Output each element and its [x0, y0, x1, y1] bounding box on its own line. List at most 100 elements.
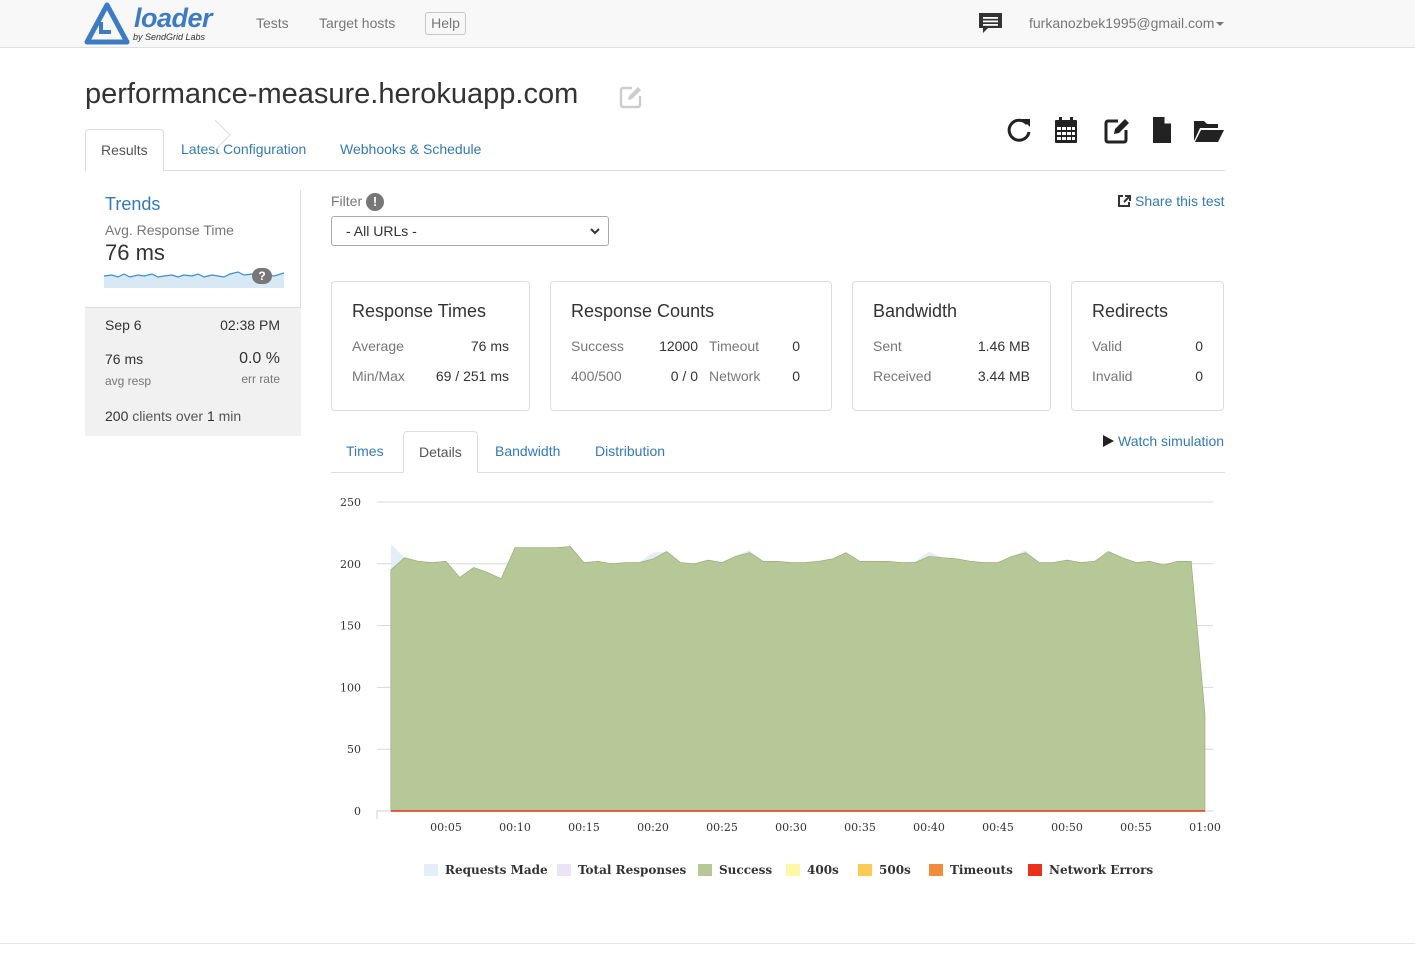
y-tick-label: 250	[340, 496, 361, 509]
tab-details[interactable]: Details	[403, 431, 478, 473]
received-value: 3.44 MB	[977, 368, 1030, 384]
network-label: Network	[709, 368, 761, 384]
network-value: 0	[792, 368, 800, 384]
user-email: furkanozbek1995@gmail.com	[1029, 15, 1215, 31]
nav-tests-link[interactable]: Tests	[256, 15, 289, 31]
x-tick-label: 00:20	[637, 821, 669, 834]
minmax-label: Min/Max	[352, 368, 405, 384]
y-tick-label: 200	[340, 558, 361, 571]
legend-swatch	[929, 864, 943, 876]
trends-sidebar: Trends Avg. Response Time 76 ms ? Sep 6 …	[85, 190, 301, 436]
timeout-value: 0	[792, 338, 800, 354]
nav-target-hosts-link[interactable]: Target hosts	[319, 15, 395, 31]
run-clients-summary: 200 clients over 1 min	[105, 408, 241, 424]
run-duration-unit: min	[218, 408, 242, 424]
x-tick-label: 01:00	[1189, 821, 1221, 834]
timeout-label: Timeout	[709, 338, 760, 354]
sent-value: 1.46 MB	[977, 338, 1030, 354]
legend-label: Network Errors	[1049, 863, 1154, 877]
success-value: 12000	[659, 338, 698, 354]
top-navbar: loader by SendGrid Labs Tests Target hos…	[0, 0, 1415, 48]
legend-swatch	[858, 864, 872, 876]
filter-label: Filter	[331, 193, 363, 209]
edit-title-icon[interactable]	[619, 85, 643, 112]
x-tick-label: 00:55	[1120, 821, 1152, 834]
invalid-value: 0	[1195, 368, 1203, 384]
x-tick-label: 00:10	[499, 821, 531, 834]
x-tick-label: 00:45	[982, 821, 1014, 834]
watch-simulation-label: Watch simulation	[1118, 433, 1225, 449]
tab-distribution[interactable]: Distribution	[580, 431, 680, 473]
url-filter-select[interactable]: - All URLs -	[331, 216, 609, 246]
y-tick-label: 50	[347, 743, 361, 756]
legend-swatch	[424, 864, 438, 876]
chart-legend: Requests Made Total Responses Success 400s 5…	[0, 862, 1415, 882]
tab-times[interactable]: Times	[331, 431, 399, 473]
panel-title: Bandwidth	[873, 301, 958, 321]
sent-label: Sent	[873, 338, 902, 354]
trends-link[interactable]: Trends	[105, 194, 160, 215]
average-label: Average	[352, 338, 404, 354]
chevron-down-icon	[590, 228, 600, 235]
legend-label: Requests Made	[445, 863, 548, 877]
x-tick-label: 00:50	[1051, 821, 1083, 834]
play-icon	[1103, 435, 1114, 447]
legend-label: 400s	[807, 863, 839, 877]
tab-results[interactable]: Results	[85, 129, 164, 171]
legend-swatch	[698, 864, 712, 876]
run-err-rate-label: err rate	[241, 372, 280, 386]
panel-title: Redirects	[1092, 301, 1169, 321]
user-menu[interactable]: furkanozbek1995@gmail.com	[1029, 15, 1225, 31]
success-label: Success	[571, 338, 624, 354]
panel-title: Response Counts	[571, 301, 715, 321]
chat-icon[interactable]	[977, 12, 1004, 39]
run-clients-count: 200	[105, 408, 129, 424]
logo-wordmark: loader	[134, 3, 213, 33]
errors-400-500-label: 400/500	[571, 368, 622, 384]
filter-info-badge[interactable]: !	[366, 193, 384, 211]
errors-400-500-value: 0 / 0	[670, 368, 698, 384]
bandwidth-panel: Bandwidth Sent 1.46 MB Received 3.44 MB	[852, 281, 1051, 411]
test-run-item[interactable]: Sep 6 02:38 PM 76 ms avg resp 0.0 % err …	[85, 307, 301, 436]
invalid-label: Invalid	[1092, 368, 1133, 384]
y-tick-label: 100	[340, 681, 361, 694]
legend-swatch	[786, 864, 800, 876]
run-err-rate: 0.0 %	[239, 350, 280, 367]
response-times-panel: Response Times Average 76 ms Min/Max 69 …	[331, 281, 530, 411]
details-area-chart: 0 50 100 150 200 250 00:05 00:10 00:15 00:20 00:25…	[340, 496, 1221, 834]
page-title: performance-measure.herokuapp.com	[85, 78, 579, 110]
nav-help-button[interactable]: Help	[425, 12, 466, 35]
share-test-label: Share this test	[1135, 193, 1225, 209]
valid-label: Valid	[1092, 338, 1123, 354]
loader-logo[interactable]: loader by SendGrid Labs	[84, 2, 224, 46]
average-value: 76 ms	[470, 338, 509, 354]
share-test-link[interactable]: Share this test	[1117, 193, 1225, 209]
y-tick-label: 150	[340, 620, 361, 633]
legend-label: Total Responses	[578, 863, 687, 877]
received-label: Received	[873, 368, 932, 384]
share-icon	[1118, 195, 1131, 207]
avg-response-value: 76 ms	[105, 240, 165, 265]
tab-latest-configuration[interactable]: Latest Configuration	[166, 129, 321, 171]
x-tick-label: 00:40	[913, 821, 945, 834]
x-tick-label: 00:30	[775, 821, 807, 834]
legend-label: 500s	[879, 863, 911, 877]
main-tabs: Results Latest Configuration Webhooks & …	[85, 129, 1225, 171]
tab-webhooks-schedule[interactable]: Webhooks & Schedule	[325, 129, 496, 171]
help-badge[interactable]: ?	[252, 268, 272, 284]
avg-response-label: Avg. Response Time	[105, 222, 234, 238]
run-date: Sep 6	[105, 317, 142, 333]
logo-subtitle: by SendGrid Labs	[133, 32, 206, 42]
tab-bandwidth[interactable]: Bandwidth	[480, 431, 575, 473]
y-tick-label: 0	[354, 805, 361, 818]
selected-run-arrow	[215, 120, 231, 150]
watch-simulation-link[interactable]: Watch simulation	[1103, 433, 1224, 449]
x-tick-label: 00:25	[706, 821, 738, 834]
x-tick-label: 00:05	[430, 821, 462, 834]
loader-logo-icon	[84, 2, 130, 45]
run-time: 02:38 PM	[220, 317, 280, 333]
panel-title: Response Times	[352, 301, 487, 321]
response-counts-panel: Response Counts Success 12000 Timeout 0 …	[550, 281, 832, 411]
legend-label: Success	[719, 863, 773, 877]
x-tick-label: 00:35	[844, 821, 876, 834]
